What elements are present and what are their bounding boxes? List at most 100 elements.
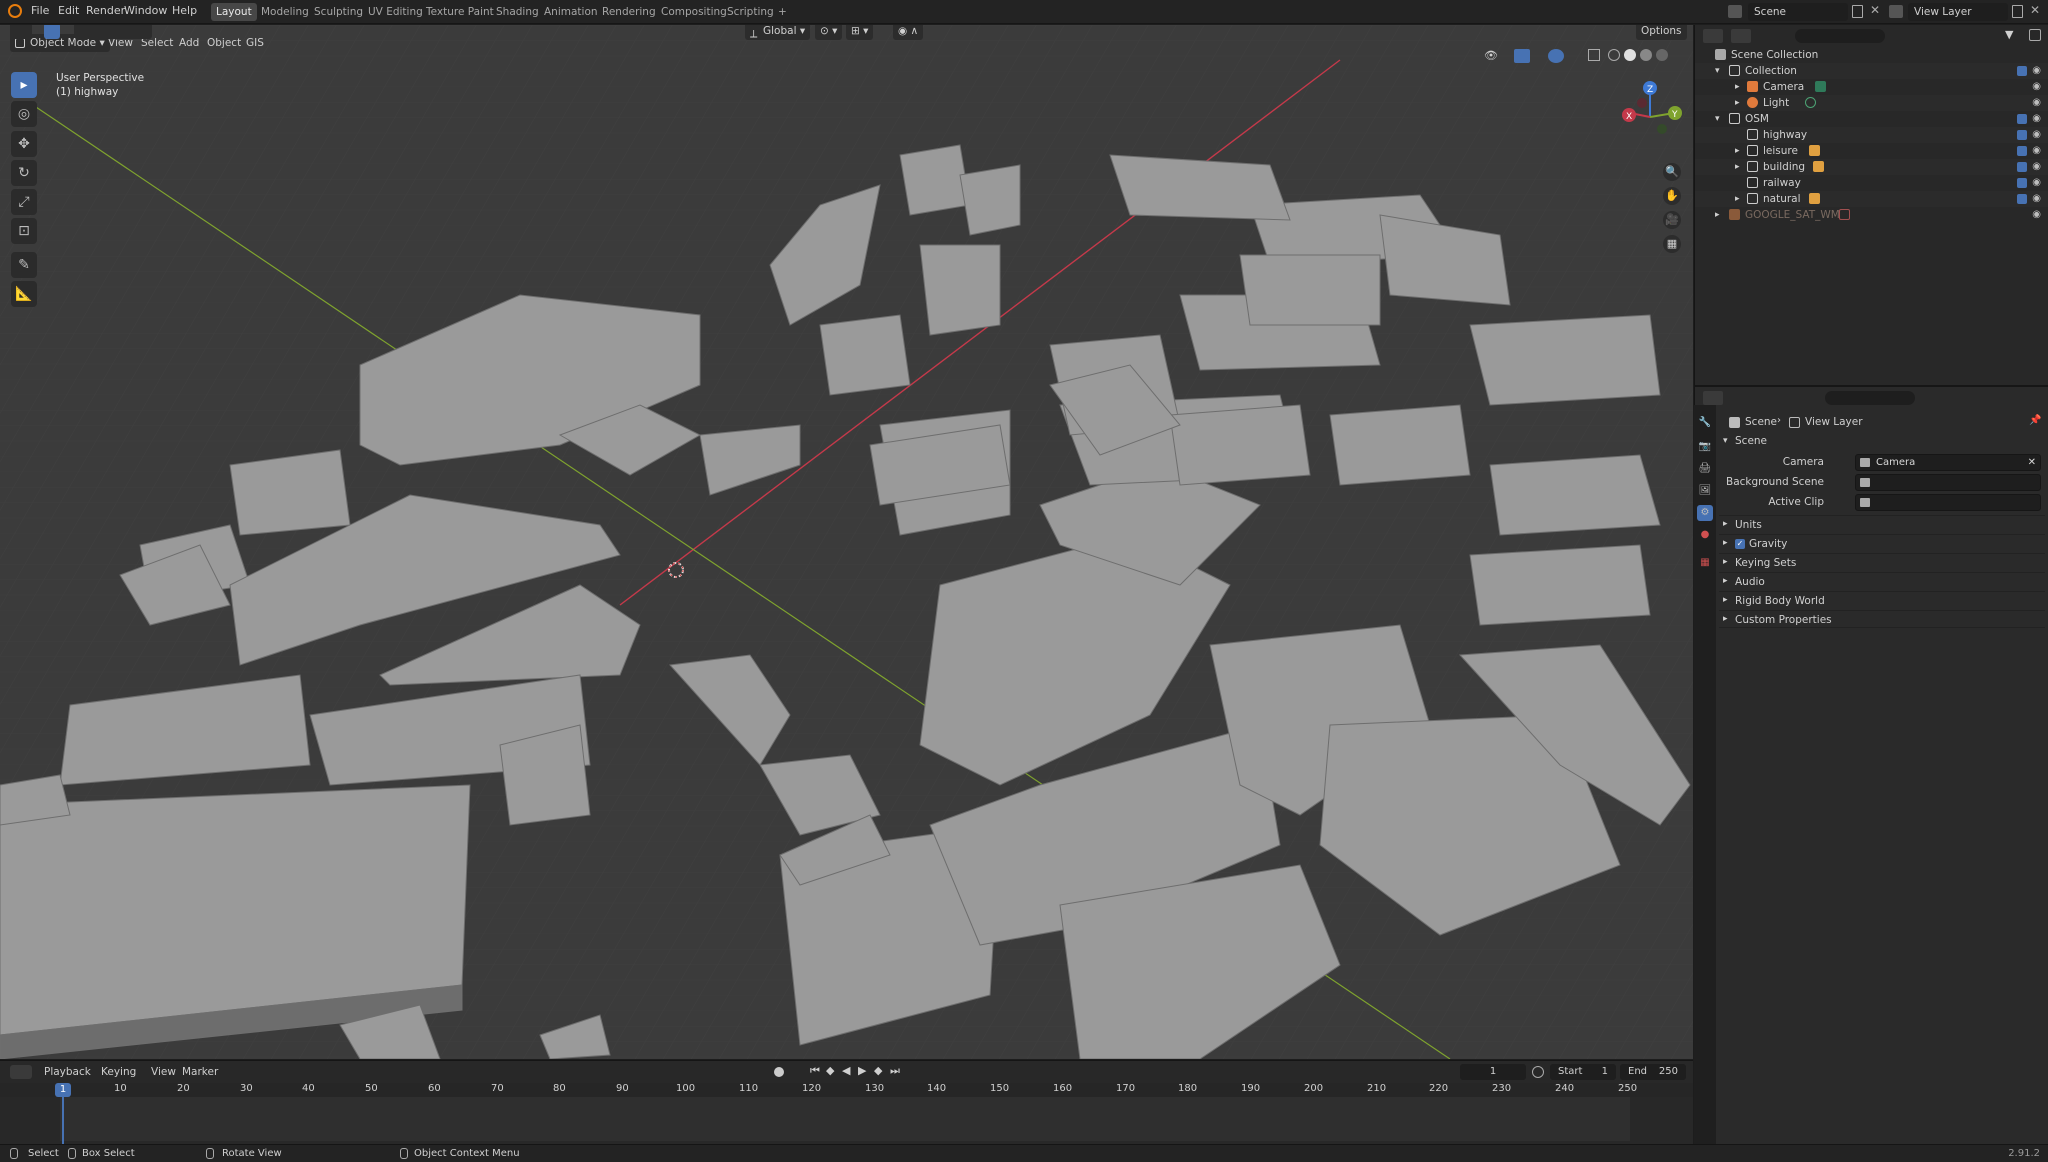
menu-edit[interactable]: Edit — [58, 4, 79, 17]
measure-tool-icon[interactable]: 📐 — [11, 281, 37, 307]
outliner-row-light[interactable]: ▸ Light ◉ — [1695, 95, 2048, 111]
expand-arrow-icon[interactable]: ▾ — [1715, 111, 1720, 127]
exclude-checkbox[interactable] — [2017, 178, 2027, 188]
subpanel-audio[interactable]: ▸ Audio — [1719, 572, 2045, 590]
exclude-checkbox[interactable] — [2017, 146, 2027, 156]
expand-arrow-icon[interactable]: ▸ — [1723, 595, 1728, 605]
filter-icon[interactable]: ▼ — [2005, 28, 2013, 41]
outliner-row-osm[interactable]: ▾ OSM ◉ — [1695, 111, 2048, 127]
scene-tab-icon[interactable]: ⚙ — [1697, 505, 1713, 521]
outliner-row-camera[interactable]: ▸ Camera ◉ — [1695, 79, 2048, 95]
exclude-checkbox[interactable] — [2017, 130, 2027, 140]
viewport-scene[interactable] — [0, 25, 1693, 1059]
subpanel-units[interactable]: ▸ Units — [1719, 515, 2045, 533]
outliner-editor-type-icon[interactable] — [1703, 29, 1723, 43]
playhead-marker[interactable]: 1 — [55, 1083, 71, 1097]
exclude-checkbox[interactable] — [2017, 66, 2027, 76]
camera-field[interactable]: Camera ✕ — [1855, 454, 2041, 471]
expand-arrow-icon[interactable]: ▸ — [1735, 159, 1740, 175]
menu-help[interactable]: Help — [172, 4, 197, 17]
jump-end-icon[interactable]: ⏭ — [890, 1064, 900, 1078]
end-frame-field[interactable]: End 250 — [1620, 1064, 1686, 1080]
view-layer-icon[interactable] — [1889, 5, 1903, 18]
view-layer-tab-icon[interactable]: 🖼 — [1697, 483, 1713, 499]
shading-rendered-icon[interactable] — [1656, 49, 1668, 61]
view-layer-selector[interactable]: View Layer — [1908, 3, 2008, 21]
expand-arrow-icon[interactable]: ▸ — [1735, 79, 1740, 95]
expand-arrow-icon[interactable]: ▸ — [1723, 519, 1728, 529]
viewport-menu-gis[interactable]: GIS — [246, 37, 264, 49]
expand-arrow-icon[interactable]: ▾ — [1715, 63, 1720, 79]
properties-search-input[interactable] — [1825, 391, 1915, 405]
editor-type-icon[interactable] — [10, 25, 32, 39]
expand-arrow-icon[interactable]: ▸ — [1735, 191, 1740, 207]
gizmo-toggle-icon[interactable] — [1514, 49, 1530, 63]
tab-layout[interactable]: Layout — [211, 3, 257, 21]
tab-animation[interactable]: Animation — [539, 3, 603, 21]
proportional-edit-toggle[interactable]: ◉ ∧ — [893, 25, 924, 40]
tab-rendering[interactable]: Rendering — [597, 3, 661, 21]
transform-tool-icon[interactable]: ⊡ — [11, 218, 37, 244]
options-dropdown[interactable]: Options — [1636, 25, 1687, 40]
clear-camera-icon[interactable]: ✕ — [2028, 455, 2036, 470]
outliner-row-google-sat[interactable]: ▸ GOOGLE_SAT_WM ◉ — [1695, 207, 2048, 223]
record-icon[interactable] — [774, 1067, 784, 1077]
add-workspace-button[interactable]: + — [773, 3, 792, 21]
timeline-menu-keying[interactable]: Keying — [101, 1066, 136, 1078]
blender-logo-icon[interactable] — [8, 4, 22, 18]
rotate-tool-icon[interactable]: ↻ — [11, 160, 37, 186]
selection-modes-group[interactable] — [74, 25, 152, 39]
subpanel-custom-properties[interactable]: ▸ Custom Properties — [1719, 610, 2045, 628]
scale-tool-icon[interactable]: ⤢ — [11, 189, 37, 215]
move-tool-icon[interactable]: ✥ — [11, 131, 37, 157]
jump-keyframe-forward-icon[interactable]: ◆ — [874, 1064, 882, 1077]
zoom-icon[interactable]: 🔍 — [1663, 163, 1681, 181]
shading-wireframe-icon[interactable] — [1608, 49, 1620, 61]
properties-editor-type-icon[interactable] — [1703, 391, 1723, 405]
exclude-checkbox[interactable] — [2017, 162, 2027, 172]
scene-selector[interactable]: Scene — [1748, 3, 1848, 21]
outliner-row-scene-collection[interactable]: Scene Collection — [1695, 47, 2048, 63]
tab-uv-editing[interactable]: UV Editing — [363, 3, 428, 21]
eye-icon[interactable]: ◉ — [2032, 95, 2041, 111]
pivot-point-dropdown[interactable]: ⊙ ▾ — [815, 25, 843, 40]
world-tab-icon[interactable]: ● — [1697, 527, 1713, 543]
snap-toggle[interactable]: ⊞ ▾ — [846, 25, 874, 40]
active-clip-field[interactable] — [1855, 494, 2041, 511]
timeline-ruler[interactable]: 10 20 30 40 50 60 70 80 90 100 110 120 1… — [0, 1083, 1693, 1097]
menu-window[interactable]: Window — [124, 4, 167, 17]
eye-icon[interactable]: ◉ — [2032, 79, 2041, 95]
timeline-menu-view[interactable]: View — [151, 1066, 176, 1078]
delete-scene-icon[interactable]: ✕ — [1870, 3, 1880, 17]
eye-icon[interactable]: ◉ — [2032, 143, 2041, 159]
play-reverse-icon[interactable]: ◀ — [842, 1064, 850, 1077]
xray-toggle-icon[interactable] — [1588, 49, 1600, 61]
preview-range-icon[interactable] — [1532, 1066, 1544, 1078]
expand-arrow-icon[interactable]: ▸ — [1723, 557, 1728, 567]
gravity-checkbox[interactable]: ✓ — [1735, 539, 1745, 549]
pin-icon[interactable]: 📌 — [2029, 415, 2041, 426]
expand-arrow-icon[interactable]: ▸ — [1735, 143, 1740, 159]
tab-shading[interactable]: Shading — [491, 3, 544, 21]
expand-arrow-icon[interactable]: ▸ — [1723, 614, 1728, 624]
timeline-menu-playback[interactable]: Playback — [44, 1066, 91, 1078]
render-tab-icon[interactable]: 📷 — [1697, 439, 1713, 455]
tab-compositing[interactable]: Compositing — [656, 3, 732, 21]
outliner-row-natural[interactable]: ▸ natural ◉ — [1695, 191, 2048, 207]
exclude-checkbox[interactable] — [2017, 194, 2027, 204]
exclude-checkbox[interactable] — [2017, 114, 2027, 124]
tab-scripting[interactable]: Scripting — [722, 3, 779, 21]
camera-view-icon[interactable]: 🎥 — [1663, 211, 1681, 229]
select-mode-icon[interactable] — [44, 25, 60, 39]
timeline-frame-range[interactable] — [60, 1097, 1630, 1141]
viewport-menu-add[interactable]: Add — [179, 37, 199, 49]
eye-icon[interactable]: ◉ — [2032, 127, 2041, 143]
menu-file[interactable]: File — [31, 4, 49, 17]
shading-solid-icon[interactable] — [1624, 49, 1636, 61]
current-frame-field[interactable]: 1 — [1460, 1064, 1526, 1080]
eye-icon[interactable]: ◉ — [2032, 175, 2041, 191]
visibility-toggle-icon[interactable]: 👁 — [1484, 49, 1500, 63]
timeline-panel[interactable]: Playback Keying View Marker ⏮ ◆ ◀ ▶ ◆ ⏭ … — [0, 1060, 1693, 1151]
tab-modeling[interactable]: Modeling — [256, 3, 314, 21]
expand-arrow-icon[interactable]: ▸ — [1735, 95, 1740, 111]
